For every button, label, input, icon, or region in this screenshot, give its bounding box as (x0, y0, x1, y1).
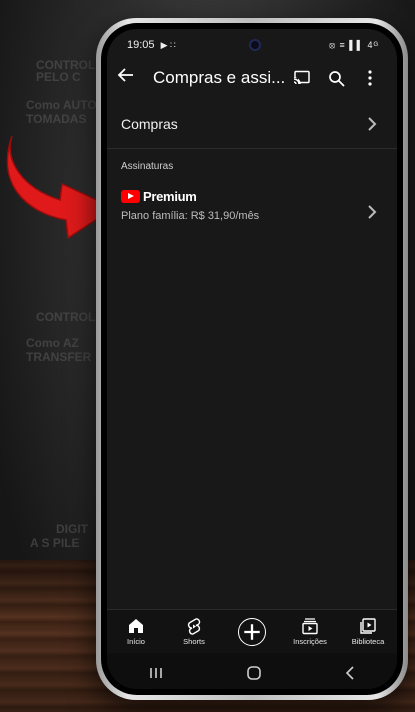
nav-library-label: Biblioteca (351, 637, 385, 646)
phone-screen: 19:05 ▶ ∷ ⦻ ≡ ▌▌ 4ᴳ Compras e assi... Co… (107, 29, 397, 689)
nav-subscriptions-label: Inscrições (293, 637, 327, 646)
chevron-right-icon (368, 116, 377, 131)
search-icon[interactable] (319, 70, 353, 87)
background-text-2: PELO C (36, 70, 81, 84)
home-button-icon[interactable] (246, 665, 262, 681)
background-text-4: TOMADAS (26, 112, 87, 126)
system-navigation-bar (107, 653, 397, 689)
status-time-group: 19:05 ▶ ∷ (127, 39, 176, 51)
home-icon (129, 619, 143, 633)
cast-icon[interactable] (285, 70, 319, 86)
back-arrow-icon[interactable] (117, 66, 143, 90)
nav-shorts[interactable]: Shorts (166, 617, 222, 646)
nav-create[interactable] (224, 617, 280, 646)
phone-frame: 19:05 ▶ ∷ ⦻ ≡ ▌▌ 4ᴳ Compras e assi... Co… (96, 18, 408, 700)
page-title: Compras e assi... (153, 68, 285, 87)
app-bar: Compras e assi... (107, 61, 397, 95)
background-text-7: TRANSFER (26, 350, 92, 364)
status-time: 19:05 (127, 39, 155, 51)
nav-shorts-label: Shorts (183, 637, 205, 646)
bottom-navigation: Início Shorts Inscrições Biblioteca (107, 609, 397, 653)
add-icon (238, 617, 266, 646)
shorts-icon (187, 618, 201, 635)
background-text-9: A S PILE (30, 536, 80, 550)
more-vert-icon[interactable] (353, 70, 387, 86)
nav-home-label: Início (127, 637, 145, 646)
youtube-play-icon (121, 190, 140, 203)
nav-subscriptions[interactable]: Inscrições (282, 617, 338, 646)
status-left-icons: ▶ ∷ (160, 40, 176, 50)
youtube-premium-logo: Premium (121, 189, 379, 204)
status-right-icons: ⦻ ≡ ▌▌ 4ᴳ (329, 39, 379, 50)
background-text-8: DIGIT (56, 522, 88, 536)
premium-subscription-row[interactable]: Premium Plano família: R$ 31,90/mês (107, 189, 397, 237)
purchases-label: Compras (121, 115, 178, 132)
background-text-6: Como AZ (26, 336, 79, 350)
system-back-icon[interactable] (344, 666, 356, 680)
nav-home[interactable]: Início (108, 617, 164, 646)
recent-apps-icon[interactable] (148, 666, 164, 680)
nav-library[interactable]: Biblioteca (340, 617, 396, 646)
chevron-right-icon (368, 205, 377, 219)
premium-brand-label: Premium (143, 189, 197, 204)
subscriptions-header: Assinaturas (121, 161, 174, 172)
premium-plan-text: Plano família: R$ 31,90/mês (121, 210, 260, 222)
library-icon (360, 618, 376, 634)
subscriptions-icon (302, 618, 318, 635)
background-text-5: CONTROLE (36, 310, 104, 324)
background-text-3: Como AUTO (26, 98, 97, 112)
purchases-row[interactable]: Compras (107, 99, 397, 149)
status-bar: 19:05 ▶ ∷ ⦻ ≡ ▌▌ 4ᴳ (107, 37, 397, 53)
